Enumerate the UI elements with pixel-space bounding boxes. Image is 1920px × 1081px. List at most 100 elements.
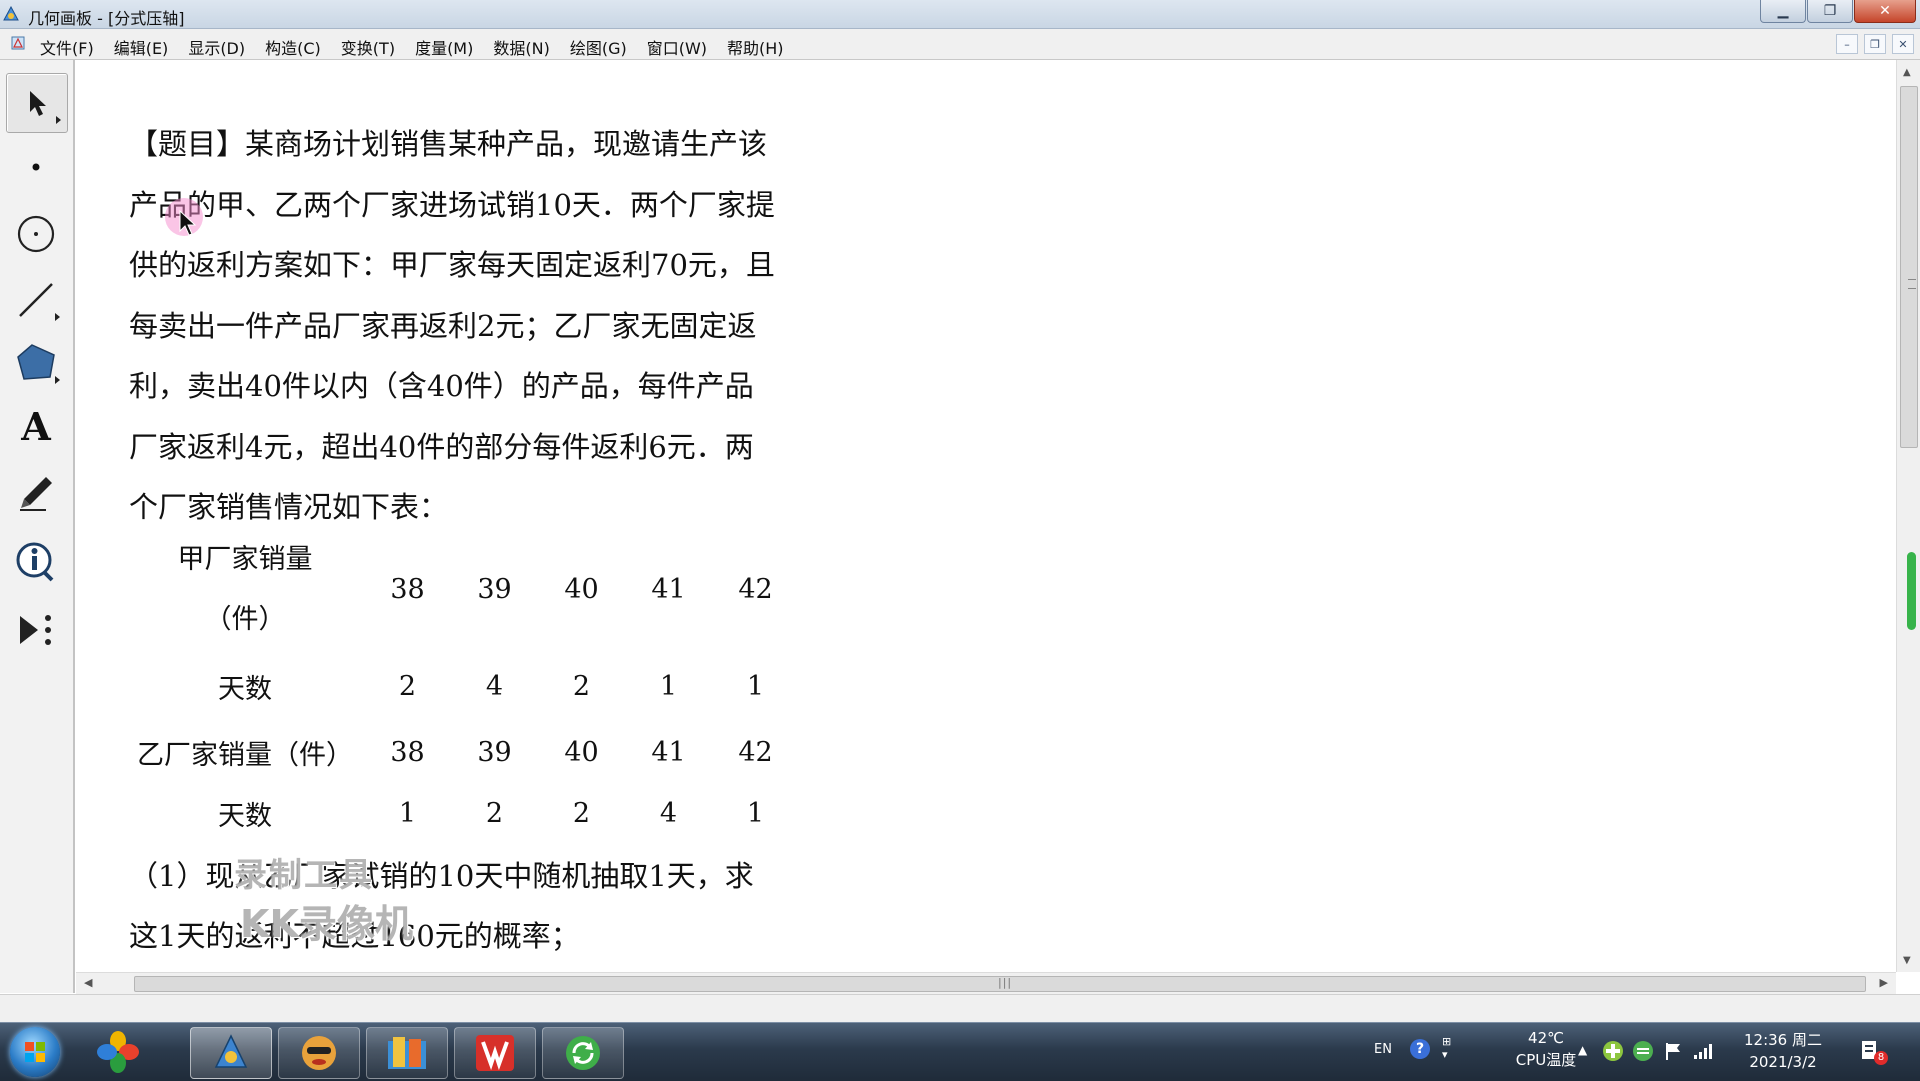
doc-close-button[interactable]: ✕ xyxy=(1892,34,1914,54)
information-tool[interactable] xyxy=(6,533,66,591)
problem-line: 供的返利方案如下：甲厂家每天固定返利70元，且 xyxy=(129,248,775,282)
menu-graph[interactable]: 绘图(G) xyxy=(560,33,637,61)
menu-window[interactable]: 窗口(W) xyxy=(637,33,717,61)
taskbar: EN ? ⊞ ▾ 42℃ CPU温度 ▲ 12:36 周二 2021/3/2 8 xyxy=(0,1022,1920,1081)
problem-line: 每卖出一件产品厂家再返利2元；乙厂家无固定返 xyxy=(129,308,757,343)
sketchpad-compass-icon xyxy=(214,1034,248,1068)
table-cell: 1 xyxy=(659,670,678,702)
signal-bars-icon[interactable] xyxy=(1692,1040,1714,1062)
start-button[interactable] xyxy=(10,1027,60,1077)
table-cell: 41 xyxy=(651,736,686,768)
show-hidden-icons-icon[interactable]: ▲ xyxy=(1578,1043,1587,1057)
tool-submenu-indicator xyxy=(55,313,60,321)
menu-construct[interactable]: 构造(C) xyxy=(255,33,331,61)
help-icon[interactable]: ? xyxy=(1410,1039,1430,1059)
sync-refresh-icon xyxy=(566,1036,600,1070)
doc-restore-button[interactable]: ❐ xyxy=(1864,34,1886,54)
mouse-cursor-icon xyxy=(179,210,197,236)
menu-measure[interactable]: 度量(M) xyxy=(405,33,483,61)
scroll-left-arrow-icon[interactable]: ◀ xyxy=(84,976,92,989)
table-cell: 42 xyxy=(738,736,773,768)
network-green-icon[interactable] xyxy=(1632,1040,1654,1062)
menu-help[interactable]: 帮助(H) xyxy=(717,33,794,61)
point-tool[interactable] xyxy=(6,138,66,196)
problem-line: 个厂家销售情况如下表： xyxy=(129,490,449,524)
table-cell: 40 xyxy=(564,574,599,605)
horizontal-scrollbar[interactable]: ◀ ||| ▶ xyxy=(76,972,1896,995)
taskbar-app-sync[interactable] xyxy=(542,1027,624,1079)
menu-data[interactable]: 数据(N) xyxy=(483,33,559,61)
marker-tool[interactable] xyxy=(6,464,66,522)
problem-line: 厂家返利4元，超出40件的部分每件返利6元．两 xyxy=(129,429,754,464)
table-cell: 38 xyxy=(390,574,425,605)
taskbar-app-sketchpad[interactable] xyxy=(190,1027,272,1079)
close-button[interactable]: ✕ xyxy=(1854,0,1916,23)
polygon-tool[interactable] xyxy=(6,334,66,392)
taskbar-app-mascot[interactable] xyxy=(278,1027,360,1079)
scroll-right-arrow-icon[interactable]: ▶ xyxy=(1880,976,1888,989)
vertical-scrollbar[interactable]: ▲ ▼ xyxy=(1896,60,1920,972)
menu-display[interactable]: 显示(D) xyxy=(178,33,255,61)
table-row: 甲厂家销量 （件） 38 39 40 41 42 xyxy=(126,530,799,650)
table-row: 天数 2 4 2 1 1 xyxy=(126,650,799,722)
row-header: 天数 xyxy=(218,800,272,832)
taskbar-app-petals[interactable] xyxy=(78,1027,158,1077)
keyboard-options-icon[interactable]: ⊞ ▾ xyxy=(1442,1035,1451,1061)
scroll-down-arrow-icon[interactable]: ▼ xyxy=(1903,955,1911,966)
grip-icon: ||| xyxy=(998,976,1013,989)
table-cell: 38 xyxy=(390,736,425,768)
taskbar-app-wps[interactable] xyxy=(454,1027,536,1079)
action-center-flag-icon[interactable] xyxy=(1662,1040,1684,1062)
sales-table: 甲厂家销量 （件） 38 39 40 41 42 天数 2 4 2 1 1 乙厂… xyxy=(126,530,799,844)
taskbar-app-filemanager[interactable] xyxy=(366,1027,448,1079)
windows-logo-icon xyxy=(25,1042,45,1062)
vertical-scroll-thumb[interactable] xyxy=(1900,86,1918,448)
row-header: 天数 xyxy=(218,673,272,705)
side-handle[interactable] xyxy=(1907,552,1916,630)
polygon-icon xyxy=(17,344,55,380)
tool-sidebar: A xyxy=(0,60,75,993)
minimize-button[interactable]: ▁ xyxy=(1760,0,1806,23)
watermark-line: 录制工具 xyxy=(234,855,374,894)
selection-arrow-tool[interactable] xyxy=(6,73,68,133)
compass-tool[interactable] xyxy=(6,205,66,263)
notification-button[interactable]: 8 xyxy=(1860,1039,1888,1065)
table-cell: 4 xyxy=(485,670,504,702)
sketchpad-app-icon xyxy=(3,6,19,21)
maximize-button[interactable]: ❐ xyxy=(1807,0,1853,23)
title-bar: 几何画板 - [分式压轴] ▁ ❐ ✕ xyxy=(0,0,1920,29)
window-title: 几何画板 - [分式压轴] xyxy=(28,9,185,28)
document-icon[interactable] xyxy=(10,35,26,51)
table-row: 天数 1 2 2 4 1 xyxy=(126,782,799,844)
menu-transform[interactable]: 变换(T) xyxy=(331,33,405,61)
status-bar xyxy=(0,994,1920,1023)
tool-submenu-indicator xyxy=(56,116,61,124)
table-row: 乙厂家销量（件） 38 39 40 41 42 xyxy=(126,722,799,782)
pen-icon xyxy=(20,477,52,511)
doc-minimize-button[interactable]: – xyxy=(1836,34,1858,54)
menu-bar: 文件(F) 编辑(E) 显示(D) 构造(C) 变换(T) 度量(M) 数据(N… xyxy=(0,29,1920,60)
menu-edit[interactable]: 编辑(E) xyxy=(104,33,179,61)
straightedge-tool[interactable] xyxy=(6,271,66,329)
clock-time: 12:36 周二 xyxy=(1744,1031,1822,1049)
language-indicator[interactable]: EN xyxy=(1374,1042,1392,1057)
table-cell: 2 xyxy=(572,670,591,702)
plus-shield-icon[interactable] xyxy=(1602,1040,1624,1062)
table-cell: 41 xyxy=(651,574,686,605)
text-tool[interactable]: A xyxy=(6,397,66,455)
table-cell: 1 xyxy=(746,797,765,829)
table-cell: 1 xyxy=(398,797,417,829)
table-cell: 39 xyxy=(477,736,512,768)
clock[interactable]: 12:36 周二 2021/3/2 xyxy=(1728,1029,1838,1073)
custom-tool[interactable] xyxy=(6,601,66,659)
window-controls: ▁ ❐ ✕ xyxy=(1759,0,1916,23)
problem-line: 【题目】某商场计划销售某种产品，现邀请生产该 xyxy=(129,127,768,161)
row-header-line: （件） xyxy=(204,604,286,635)
sketch-canvas[interactable]: 【题目】某商场计划销售某种产品，现邀请生产该 产品的甲、乙两个厂家进场试销10天… xyxy=(76,60,1894,972)
system-tray: EN ? ⊞ ▾ 42℃ CPU温度 ▲ 12:36 周二 2021/3/2 8 xyxy=(1370,1023,1920,1081)
menu-file[interactable]: 文件(F) xyxy=(30,33,104,61)
point-icon xyxy=(32,163,40,171)
recorder-watermark: 录制工具 KK录像机 xyxy=(156,848,436,946)
scroll-up-arrow-icon[interactable]: ▲ xyxy=(1903,67,1911,78)
table-cell: 2 xyxy=(485,797,504,829)
